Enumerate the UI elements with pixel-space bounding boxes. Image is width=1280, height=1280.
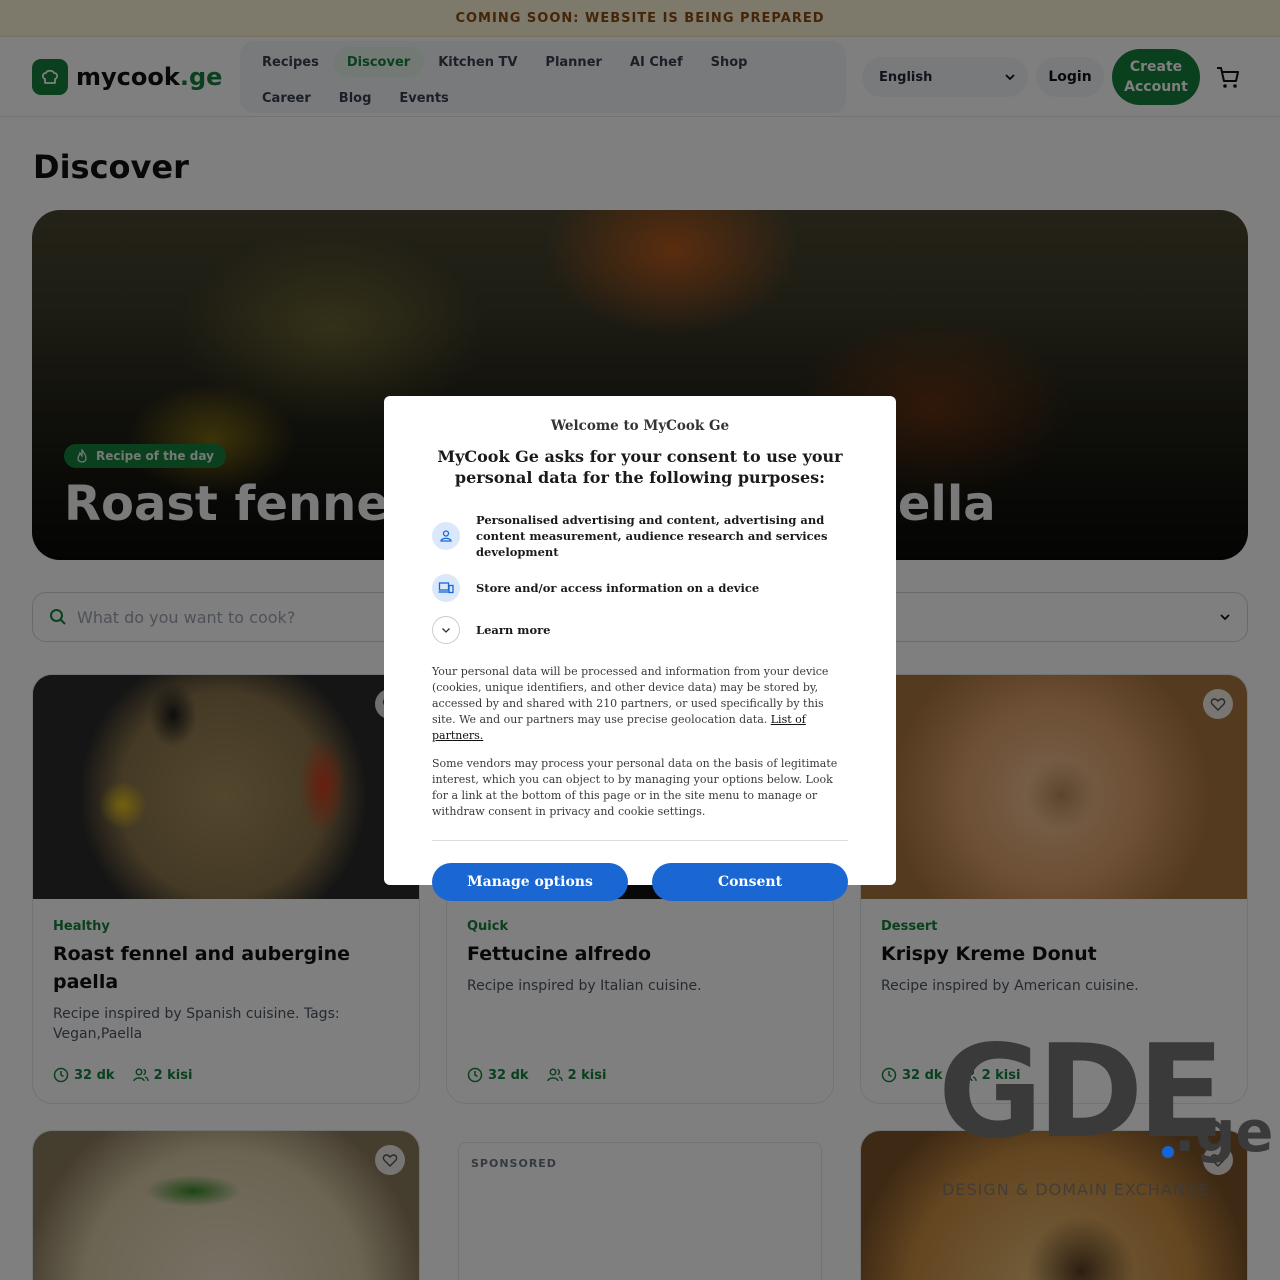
chevron-down-icon <box>432 616 460 644</box>
consent-buttons: Manage options Consent <box>432 863 848 901</box>
consent-purpose: Store and/or access information on a dev… <box>432 574 848 602</box>
consent-paragraph-1: Your personal data will be processed and… <box>432 664 848 744</box>
learn-more-label: Learn more <box>476 623 551 637</box>
gde-watermark-logo: GDE .ge DESIGN & DOMAIN EXCHANGE <box>938 1018 1273 1210</box>
person-icon <box>432 522 460 550</box>
purpose-text: Store and/or access information on a dev… <box>476 581 760 595</box>
consent-button[interactable]: Consent <box>652 863 848 901</box>
manage-options-button[interactable]: Manage options <box>432 863 628 901</box>
watermark-subtitle: DESIGN & DOMAIN EXCHANGE <box>942 1180 1211 1199</box>
consent-paragraph-1-text: Your personal data will be processed and… <box>432 665 829 726</box>
consent-purpose: Personalised advertising and content, ad… <box>432 512 848 560</box>
consent-paragraph-2: Some vendors may process your personal d… <box>432 757 838 818</box>
watermark-tld: .ge <box>1174 1100 1274 1165</box>
consent-dialog: Welcome to MyCook Ge MyCook Ge asks for … <box>384 396 896 901</box>
modal-divider <box>432 840 848 841</box>
consent-welcome: Welcome to MyCook Ge <box>550 418 730 434</box>
purpose-text: Personalised advertising and content, ad… <box>476 513 828 559</box>
devices-icon <box>432 574 460 602</box>
watermark-dot <box>1162 1146 1174 1158</box>
learn-more-toggle[interactable]: Learn more <box>432 616 848 644</box>
consent-heading: MyCook Ge asks for your consent to use y… <box>437 447 843 487</box>
